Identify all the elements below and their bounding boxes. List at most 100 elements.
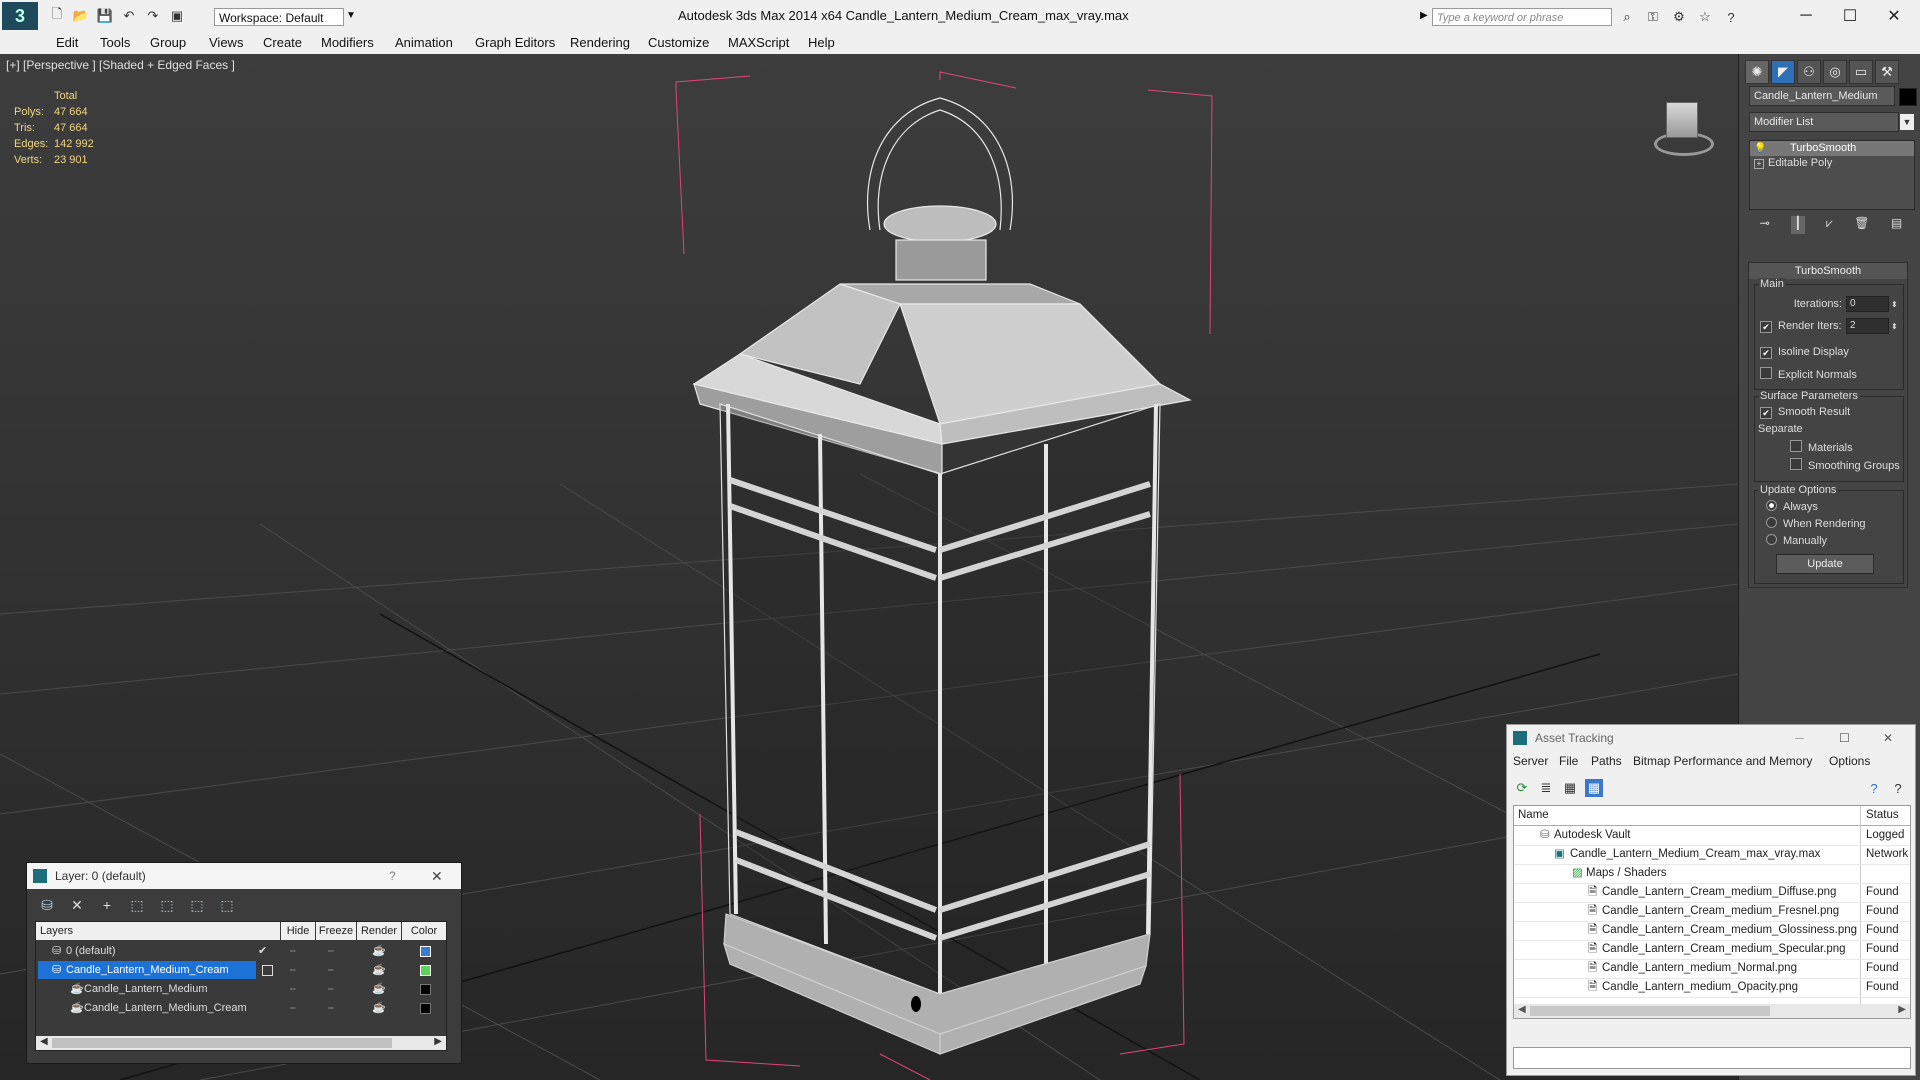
smooth-result-checkbox[interactable]: ✔ — [1760, 407, 1772, 419]
column-header-color[interactable]: Color — [402, 922, 446, 940]
hide-toggle[interactable]: ⎯ — [290, 942, 296, 960]
render-iters-checkbox[interactable]: ✔ — [1760, 320, 1772, 333]
layer-color-swatch[interactable] — [420, 965, 431, 976]
configure-sets-icon[interactable]: ▤ — [1891, 216, 1902, 234]
object-color-swatch[interactable] — [420, 984, 431, 995]
minimize-button[interactable]: ─ — [1786, 4, 1826, 28]
column-header-layers[interactable]: Layers — [36, 922, 280, 940]
modify-tab-icon[interactable]: ◤ — [1771, 60, 1795, 84]
refresh-icon[interactable]: ⟳ — [1513, 779, 1531, 797]
menu-group[interactable]: Group — [150, 35, 186, 50]
save-icon[interactable]: 💾 — [96, 7, 114, 25]
layer-row[interactable]: ⛁ 0 (default) ✔ ⎯ ⎯ ☕ — [36, 942, 446, 960]
menu-create[interactable]: Create — [263, 35, 302, 50]
freeze-all-icon[interactable]: ⬚ — [217, 895, 237, 915]
freeze-toggle[interactable]: ⎯ — [328, 942, 334, 960]
hide-all-icon[interactable]: ⬚ — [187, 895, 207, 915]
smoothing-groups-checkbox[interactable] — [1790, 458, 1802, 470]
update-button[interactable]: Update — [1776, 554, 1874, 574]
thumbnail-view-icon[interactable]: ▦ — [1561, 779, 1579, 797]
asset-row[interactable]: ⛁ Autodesk Vault Logged — [1514, 826, 1910, 846]
object-color-swatch[interactable] — [420, 1003, 431, 1014]
menu-graph-editors[interactable]: Graph Editors — [475, 35, 555, 50]
remove-modifier-icon[interactable]: 🗑 — [1854, 216, 1869, 234]
add-to-layer-icon[interactable]: + — [97, 895, 117, 915]
menu-edit[interactable]: Edit — [56, 35, 78, 50]
path-field[interactable] — [1513, 1047, 1911, 1069]
explicit-normals-checkbox[interactable] — [1760, 367, 1772, 379]
menu-help[interactable]: Help — [808, 35, 835, 50]
layer-color-swatch[interactable] — [420, 946, 431, 957]
menu-customize[interactable]: Customize — [648, 35, 709, 50]
star-icon[interactable]: ☆ — [1696, 8, 1714, 26]
binoculars-icon[interactable]: ⌕ — [1618, 8, 1636, 26]
key-icon[interactable]: ⚿ — [1644, 8, 1662, 26]
workspace-dropdown[interactable]: Workspace: Default — [214, 8, 344, 26]
close-icon[interactable]: ✕ — [1883, 725, 1893, 751]
minimize-icon[interactable]: ─ — [1795, 725, 1804, 751]
dialog-titlebar[interactable]: Asset Tracking ─ ☐ ✕ — [1507, 725, 1915, 751]
active-check-icon[interactable]: ✔ — [258, 942, 267, 960]
create-layer-icon[interactable]: ⛁ — [37, 895, 57, 915]
manually-radio[interactable] — [1766, 534, 1777, 545]
redo-icon[interactable]: ↷ — [144, 7, 162, 25]
freeze-toggle[interactable]: ⎯ — [328, 961, 334, 979]
table-view-icon[interactable]: ▦ — [1585, 779, 1603, 797]
menu-rendering[interactable]: Rendering — [570, 35, 630, 50]
make-unique-icon[interactable]: ⩗ — [1826, 216, 1833, 234]
select-objects-icon[interactable]: ⬚ — [127, 895, 147, 915]
search-input[interactable]: Type a keyword or phrase — [1432, 8, 1612, 26]
menu-tools[interactable]: Tools — [100, 35, 130, 50]
maximize-icon[interactable]: ☐ — [1839, 725, 1850, 751]
render-iters-spinner[interactable]: 2 — [1846, 318, 1889, 334]
horizontal-scrollbar[interactable]: ◀ ▶ — [36, 1036, 446, 1050]
object-name-field[interactable]: Candle_Lantern_Medium — [1749, 86, 1895, 106]
column-header-status[interactable]: Status — [1866, 806, 1899, 825]
asset-row[interactable]: 🗎 Candle_Lantern_Cream_medium_Specular.p… — [1514, 940, 1910, 960]
vault-help-icon[interactable]: ? — [1889, 779, 1907, 797]
layer-row[interactable]: ⛁ Candle_Lantern_Medium_Cream ⎯ ⎯ ☕ — [36, 961, 446, 979]
undo-icon[interactable]: ↶ — [120, 7, 138, 25]
close-button[interactable]: ✕ — [1874, 4, 1914, 28]
hide-toggle[interactable]: ⎯ — [290, 980, 296, 998]
bulb-icon[interactable]: 💡 — [1754, 141, 1766, 156]
object-color-swatch[interactable] — [1899, 88, 1917, 106]
isoline-checkbox[interactable]: ✔ — [1760, 347, 1772, 359]
scroll-left-icon[interactable]: ◀ — [40, 1036, 48, 1047]
always-radio[interactable] — [1766, 500, 1777, 511]
help-icon[interactable]: ? — [1865, 779, 1883, 797]
column-header-hide[interactable]: Hide — [281, 922, 315, 940]
column-header-render[interactable]: Render — [357, 922, 401, 940]
spinner-arrows-icon[interactable]: ⬍ — [1891, 300, 1898, 309]
highlight-layer-icon[interactable]: ⬚ — [157, 895, 177, 915]
asset-row[interactable]: 🗎 Candle_Lantern_medium_Opacity.png Foun… — [1514, 978, 1910, 998]
dialog-titlebar[interactable]: Layer: 0 (default) ? ✕ — [27, 863, 461, 889]
hide-toggle[interactable]: ⎯ — [290, 961, 296, 979]
freeze-toggle[interactable]: ⎯ — [328, 999, 334, 1017]
render-teapot-icon[interactable]: ☕ — [372, 999, 386, 1017]
menu-animation[interactable]: Animation — [395, 35, 453, 50]
stack-item-turbosmooth[interactable]: 💡 TurboSmooth — [1750, 141, 1914, 156]
motion-tab-icon[interactable]: ◎ — [1823, 60, 1847, 84]
expand-icon[interactable]: + — [1754, 159, 1764, 169]
help-icon[interactable]: ? — [1722, 8, 1740, 26]
chevron-down-icon[interactable]: ▼ — [346, 10, 356, 21]
menu-modifiers[interactable]: Modifiers — [321, 35, 374, 50]
menu-paths[interactable]: Paths — [1591, 754, 1622, 768]
render-teapot-icon[interactable]: ☕ — [372, 942, 386, 960]
menu-file[interactable]: File — [1559, 754, 1578, 768]
hide-toggle[interactable]: ⎯ — [290, 999, 296, 1017]
delete-layer-icon[interactable]: ✕ — [67, 895, 87, 915]
active-box-icon[interactable] — [262, 965, 273, 976]
maximize-button[interactable]: ☐ — [1830, 4, 1870, 28]
spinner-arrows-icon[interactable]: ⬍ — [1891, 322, 1898, 331]
create-tab-icon[interactable]: ✺ — [1745, 60, 1769, 84]
stack-item-editable-poly[interactable]: + Editable Poly — [1750, 156, 1914, 171]
asset-row[interactable]: ▨ Maps / Shaders — [1514, 864, 1910, 884]
scroll-left-icon[interactable]: ◀ — [1518, 1004, 1526, 1015]
layer-row[interactable]: ☕ Candle_Lantern_Medium ⎯ ⎯ ☕ — [36, 980, 446, 998]
horizontal-scrollbar[interactable]: ◀ ▶ — [1514, 1004, 1910, 1018]
asset-row[interactable]: 🗎 Candle_Lantern_medium_Normal.png Found — [1514, 959, 1910, 979]
app-logo[interactable]: 3 — [2, 2, 38, 30]
scroll-right-icon[interactable]: ▶ — [434, 1036, 442, 1047]
